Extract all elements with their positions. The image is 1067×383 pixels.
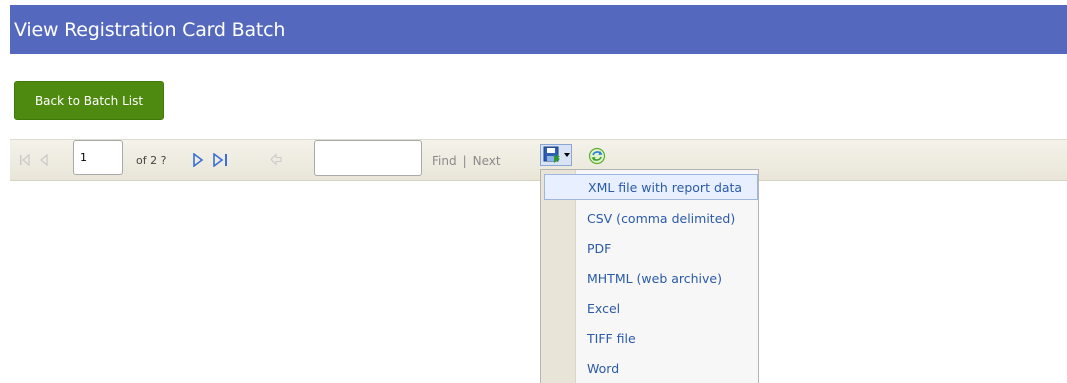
menu-item-excel[interactable]: Excel (544, 295, 758, 321)
page-number-input[interactable] (73, 140, 123, 175)
back-to-parent-icon[interactable] (270, 153, 282, 166)
find-text-input[interactable] (314, 140, 422, 176)
menu-item-pdf[interactable]: PDF (544, 235, 758, 261)
find-next-link[interactable]: Next (473, 154, 501, 168)
find-controls: Find | Next (432, 154, 501, 168)
report-toolbar: of 2 ? Find | Next (10, 139, 1067, 181)
chevron-down-icon (564, 153, 570, 157)
refresh-icon[interactable] (588, 147, 606, 165)
page-count-label: of 2 ? (136, 154, 167, 167)
find-separator: | (462, 154, 467, 168)
menu-item-xml[interactable]: XML file with report data (544, 174, 758, 200)
next-page-icon[interactable] (192, 153, 204, 167)
back-to-batch-list-button[interactable]: Back to Batch List (14, 81, 164, 120)
menu-item-mhtml[interactable]: MHTML (web archive) (544, 265, 758, 291)
menu-item-csv[interactable]: CSV (comma delimited) (544, 205, 758, 231)
find-link[interactable]: Find (432, 154, 457, 168)
export-dropdown-button[interactable] (540, 144, 572, 166)
last-page-icon[interactable] (213, 153, 229, 167)
menu-item-word[interactable]: Word (544, 355, 758, 381)
export-format-menu: XML file with report data CSV (comma del… (540, 169, 759, 383)
save-disk-icon (543, 146, 560, 163)
first-page-icon[interactable] (19, 154, 31, 166)
title-bar: View Registration Card Batch (10, 5, 1067, 54)
menu-item-tiff[interactable]: TIFF file (544, 325, 758, 351)
page-title: View Registration Card Batch (14, 18, 286, 41)
previous-page-icon[interactable] (39, 154, 49, 166)
